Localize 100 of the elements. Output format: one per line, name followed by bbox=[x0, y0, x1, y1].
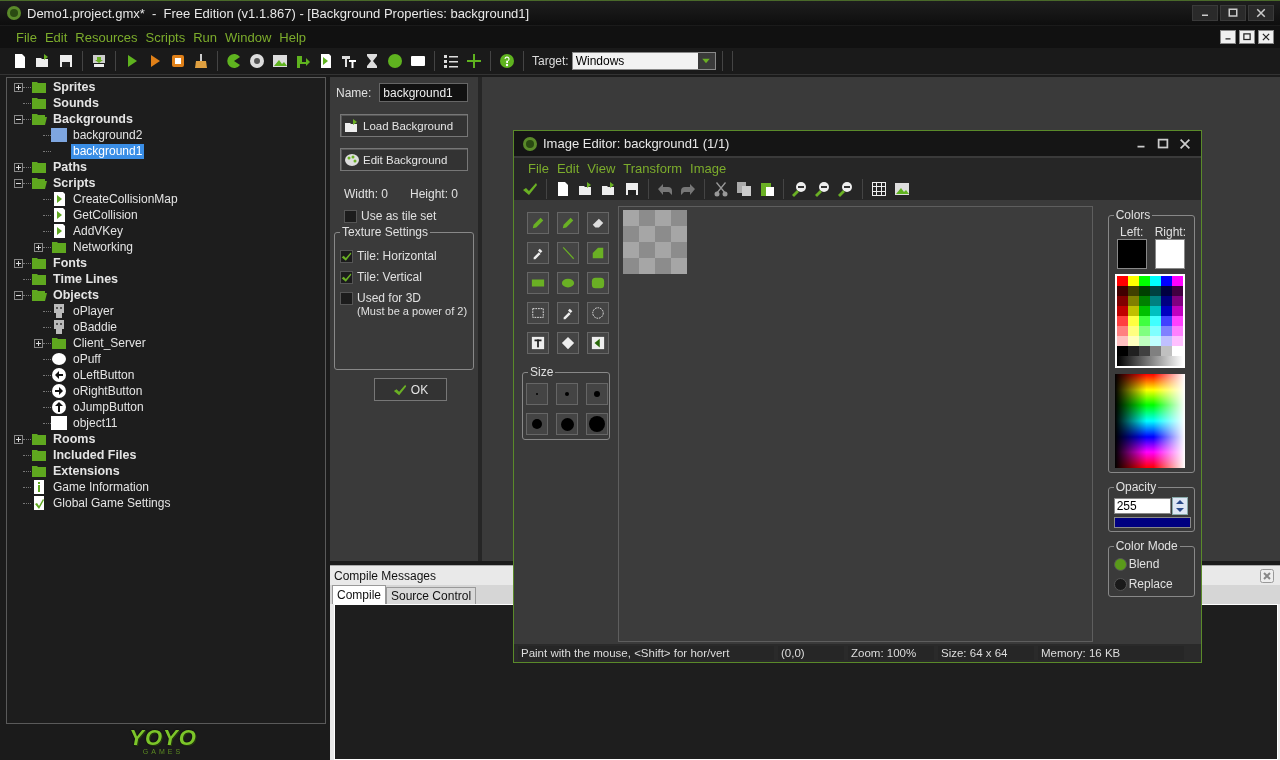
tool-button[interactable] bbox=[527, 242, 549, 264]
expand-icon[interactable] bbox=[34, 338, 43, 348]
tree-item[interactable]: oPuff bbox=[71, 351, 103, 367]
menu-item[interactable]: Run bbox=[189, 29, 222, 45]
edit-button[interactable]: Edit Background bbox=[340, 148, 468, 171]
tree-item[interactable]: oJumpButton bbox=[71, 399, 146, 415]
tree-item[interactable]: Game Information bbox=[51, 479, 152, 495]
menu-item[interactable]: Edit bbox=[552, 160, 584, 176]
radio-button[interactable] bbox=[1113, 577, 1127, 591]
scissors-icon[interactable] bbox=[713, 181, 729, 197]
tree-item[interactable]: Backgrounds bbox=[51, 111, 135, 127]
disc-icon[interactable] bbox=[249, 53, 265, 69]
tree-item[interactable]: AddVKey bbox=[71, 223, 126, 239]
tab[interactable]: Compile bbox=[332, 585, 386, 604]
menu-item[interactable]: Scripts bbox=[141, 29, 190, 45]
target-dropdown[interactable]: Windows bbox=[571, 52, 716, 70]
tree-item[interactable]: background2 bbox=[71, 127, 145, 143]
save-icon[interactable] bbox=[624, 181, 640, 197]
brush-size-button[interactable] bbox=[526, 413, 548, 435]
color-palette[interactable] bbox=[1114, 274, 1185, 368]
tree-item[interactable]: Paths bbox=[51, 159, 90, 175]
help-icon[interactable] bbox=[499, 53, 515, 69]
pacman-icon[interactable] bbox=[226, 53, 242, 69]
export-icon[interactable] bbox=[91, 53, 107, 69]
ok-button[interactable]: OK bbox=[374, 378, 447, 401]
tree-item[interactable]: oRightButton bbox=[71, 383, 145, 399]
tree-item[interactable]: oBaddie bbox=[71, 319, 120, 335]
menu-item[interactable]: Resources bbox=[71, 29, 142, 45]
load-button[interactable]: Load Background bbox=[340, 114, 468, 137]
collapse-icon[interactable] bbox=[14, 178, 23, 188]
plus-icon[interactable] bbox=[466, 53, 482, 69]
close-button[interactable] bbox=[1248, 5, 1274, 21]
tree-item[interactable]: Included Files bbox=[51, 447, 139, 463]
brush-size-button[interactable] bbox=[556, 413, 578, 435]
redo-icon[interactable] bbox=[680, 181, 696, 197]
radio-button[interactable] bbox=[1113, 557, 1127, 571]
menu-item[interactable]: Transform bbox=[619, 160, 687, 176]
zoom-icon[interactable] bbox=[815, 181, 831, 197]
maximize-button[interactable] bbox=[1220, 5, 1246, 21]
color-swatch[interactable] bbox=[1155, 239, 1186, 269]
tab[interactable]: Source Control bbox=[386, 587, 477, 604]
color-swatch[interactable] bbox=[1116, 239, 1147, 269]
tree-item[interactable]: Sprites bbox=[51, 79, 98, 95]
tree-item[interactable]: Fonts bbox=[51, 255, 90, 271]
zoom-icon[interactable] bbox=[792, 181, 808, 197]
tree-item[interactable]: Rooms bbox=[51, 431, 98, 447]
menu-item[interactable]: Help bbox=[275, 29, 311, 45]
tree-item[interactable]: Client_Server bbox=[71, 335, 148, 351]
document-icon[interactable] bbox=[555, 181, 571, 197]
tree-item[interactable]: oLeftButton bbox=[71, 367, 137, 383]
menu-item[interactable]: File bbox=[12, 29, 41, 45]
expand-icon[interactable] bbox=[14, 258, 23, 268]
tree-item[interactable]: Networking bbox=[71, 239, 136, 255]
folder-open-icon[interactable] bbox=[601, 181, 617, 197]
color-spectrum[interactable] bbox=[1114, 374, 1185, 468]
brush-size-button[interactable] bbox=[586, 413, 608, 435]
tree-item[interactable]: object11 bbox=[71, 415, 120, 431]
folder-open-icon[interactable] bbox=[578, 181, 594, 197]
tool-button[interactable] bbox=[527, 332, 549, 354]
hourglass-icon[interactable] bbox=[364, 53, 380, 69]
spinner-icon[interactable] bbox=[1171, 497, 1188, 515]
tree-item[interactable]: Sounds bbox=[51, 95, 101, 111]
tree-item[interactable]: Global Game Settings bbox=[51, 495, 173, 511]
check-icon[interactable] bbox=[522, 181, 538, 197]
tool-button[interactable] bbox=[587, 332, 609, 354]
folder-open-icon[interactable] bbox=[35, 53, 51, 69]
rect-icon[interactable] bbox=[410, 53, 426, 69]
save-icon[interactable] bbox=[58, 53, 74, 69]
brush-size-button[interactable] bbox=[556, 383, 578, 405]
checkbox[interactable] bbox=[344, 210, 357, 223]
name-field[interactable]: background1 bbox=[379, 83, 469, 102]
menu-item[interactable]: Edit bbox=[40, 29, 72, 45]
tree-item[interactable]: Time Lines bbox=[51, 271, 121, 287]
tree-item[interactable]: GetCollision bbox=[71, 207, 140, 223]
tool-button[interactable] bbox=[587, 212, 609, 234]
tool-button[interactable] bbox=[527, 302, 549, 324]
checkbox[interactable] bbox=[340, 292, 353, 305]
tree-item[interactable]: Objects bbox=[51, 287, 101, 303]
tree-item[interactable]: CreateCollisionMap bbox=[71, 191, 180, 207]
opacity-field[interactable]: 255 bbox=[1113, 498, 1171, 514]
image-icon[interactable] bbox=[894, 181, 910, 197]
broom-icon[interactable] bbox=[193, 53, 209, 69]
minimize-button[interactable] bbox=[1192, 5, 1218, 21]
ball-icon[interactable] bbox=[387, 53, 403, 69]
tool-button[interactable] bbox=[557, 302, 579, 324]
tool-button[interactable] bbox=[557, 332, 579, 354]
stop-icon[interactable] bbox=[170, 53, 186, 69]
expand-icon[interactable] bbox=[14, 162, 23, 172]
menu-item[interactable]: Image bbox=[686, 160, 731, 176]
list-icon[interactable] bbox=[443, 53, 459, 69]
tree-item[interactable]: Scripts bbox=[51, 175, 98, 191]
menu-item[interactable]: View bbox=[583, 160, 620, 176]
grid-icon[interactable] bbox=[871, 181, 887, 197]
image-icon[interactable] bbox=[272, 53, 288, 69]
expand-icon[interactable] bbox=[34, 242, 43, 252]
checkbox[interactable] bbox=[340, 271, 353, 284]
expand-icon[interactable] bbox=[14, 82, 23, 92]
tree-item[interactable]: oPlayer bbox=[71, 303, 116, 319]
menu-item[interactable]: Window bbox=[221, 29, 276, 45]
brush-size-button[interactable] bbox=[586, 383, 608, 405]
